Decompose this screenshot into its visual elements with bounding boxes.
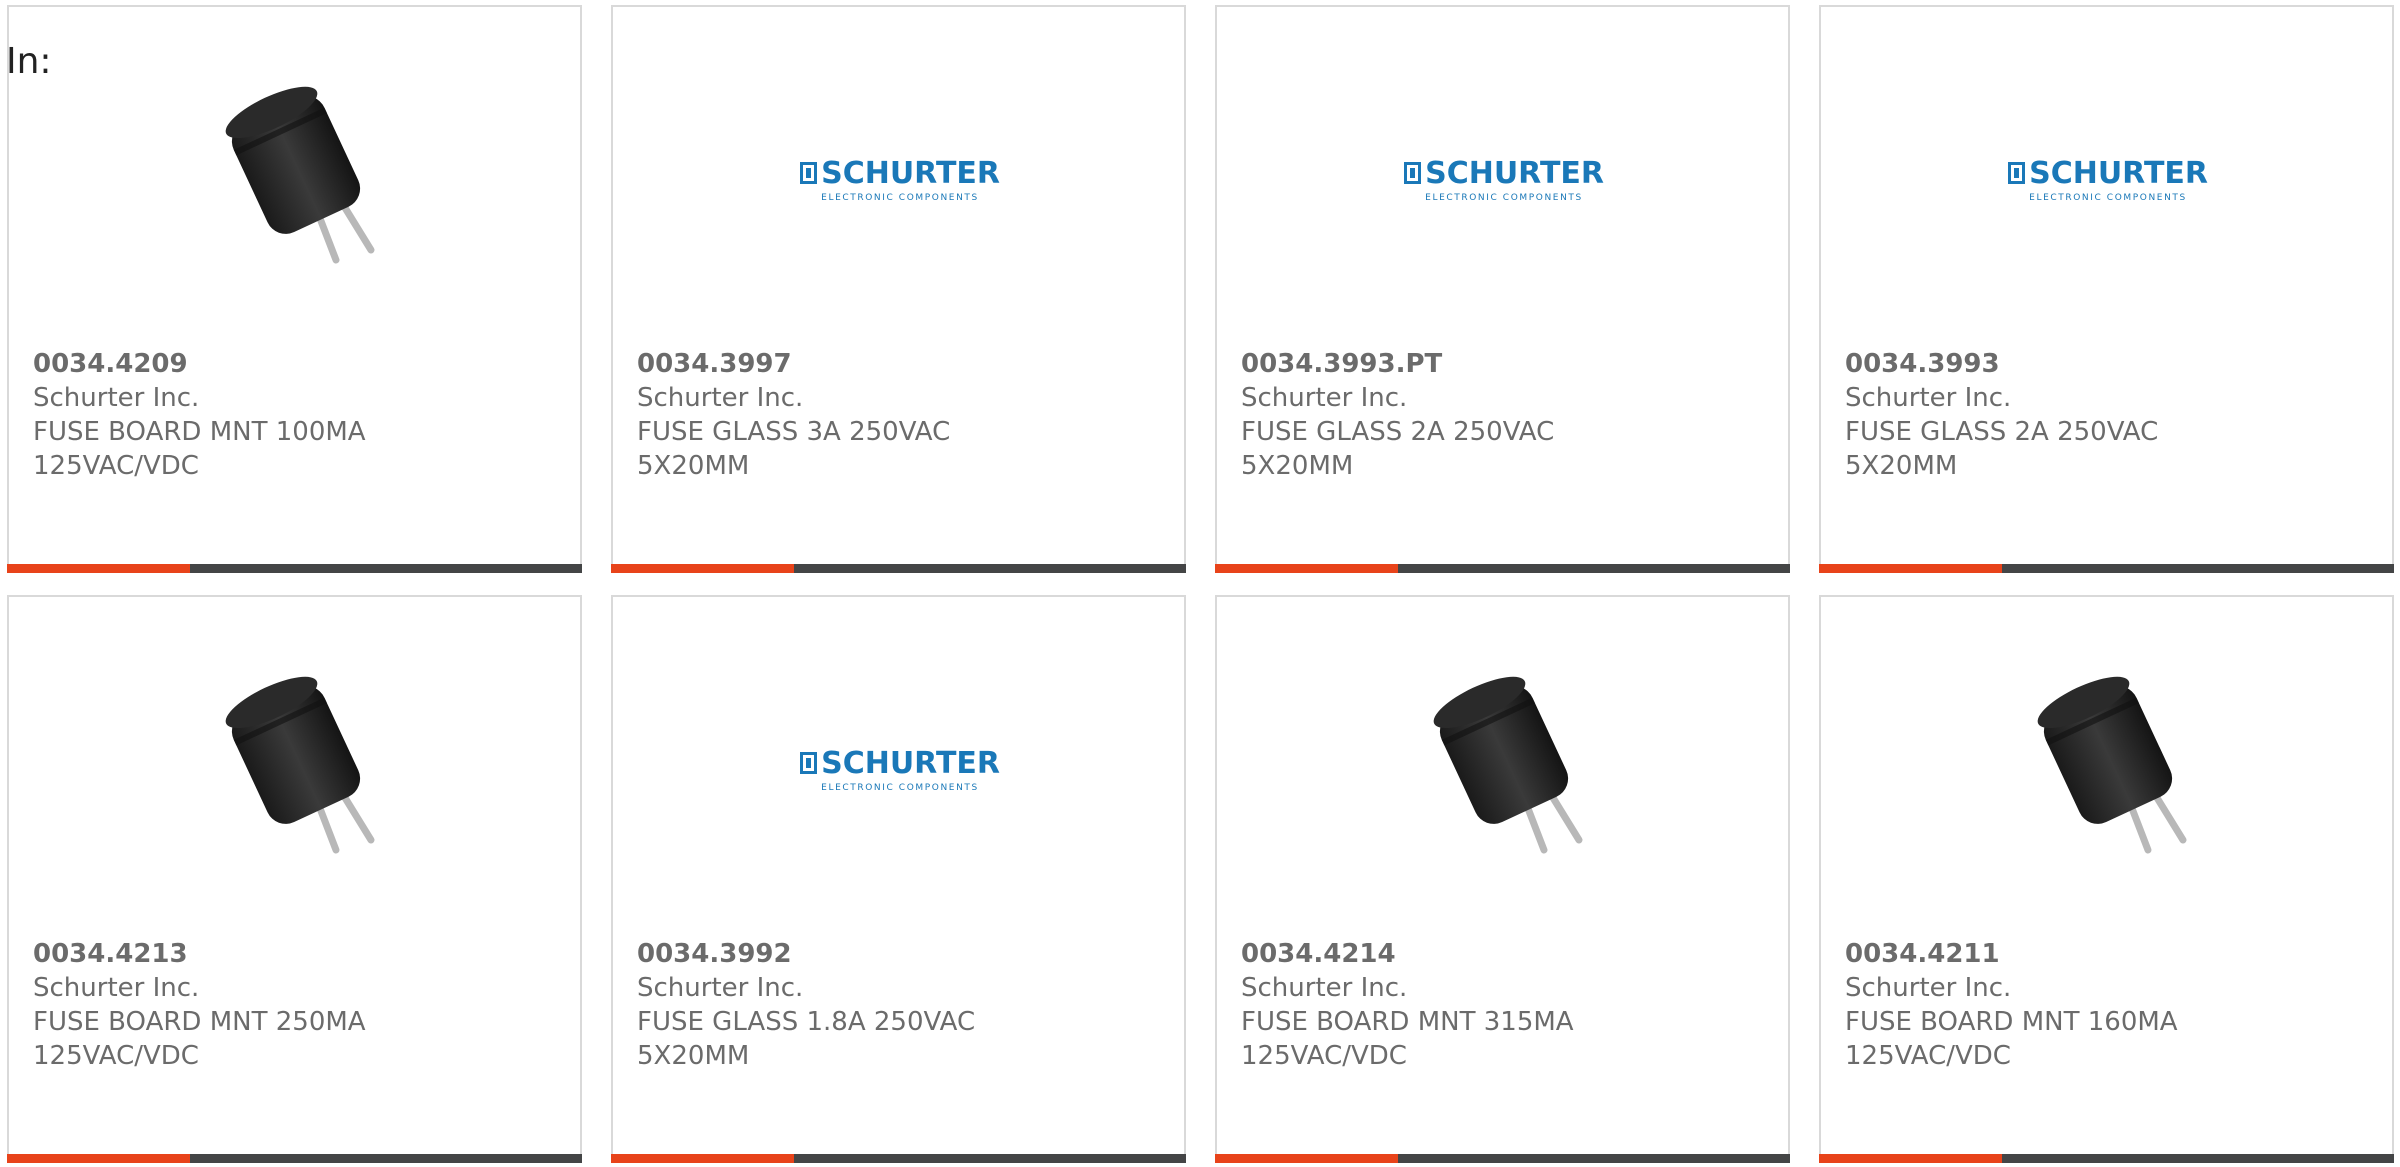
card-bottom-bar [1819,1154,2394,1163]
product-card[interactable]: 0034.4214 Schurter Inc. FUSE BOARD MNT 3… [1215,595,1790,1163]
schurter-logo-image: SCHURTER ELECTRONIC COMPONENTS [2008,75,2208,283]
manufacturer: Schurter Inc. [1241,973,1408,1003]
card-accent [1215,564,1398,573]
product-card[interactable]: 0034.4213 Schurter Inc. FUSE BOARD MNT 2… [7,595,582,1163]
manufacturer: Schurter Inc. [1845,973,2012,1003]
product-info: 0034.3993.PT Schurter Inc. FUSE GLASS 2A… [1241,347,1641,483]
fuse-board-icon [225,86,375,264]
description: FUSE GLASS 1.8A 250VAC 5X20MM [637,1007,976,1071]
card-bottom-bar [7,564,582,573]
logo-main-text: SCHURTER [821,155,1000,191]
part-number-link[interactable]: 0034.4214 [1241,937,1641,971]
manufacturer: Schurter Inc. [33,383,200,413]
card-bottom-bar [611,564,1186,573]
logo-main-text: SCHURTER [2029,155,2208,191]
logo-sub-text: ELECTRONIC COMPONENTS [821,192,979,203]
product-info: 0034.3992 Schurter Inc. FUSE GLASS 1.8A … [637,937,1037,1073]
description: FUSE GLASS 2A 250VAC 5X20MM [1241,417,1555,481]
product-card[interactable]: 0034.4209 Schurter Inc. FUSE BOARD MNT 1… [7,5,582,573]
fuse-board-icon [1433,676,1583,854]
schurter-logo-image: SCHURTER ELECTRONIC COMPONENTS [1404,75,1604,283]
fuse-board-icon [225,676,375,854]
schurter-logo: SCHURTER ELECTRONIC COMPONENTS [1404,156,1604,203]
card-accent [611,564,794,573]
logo-main-text: SCHURTER [1425,155,1604,191]
manufacturer: Schurter Inc. [637,383,804,413]
schurter-logo: SCHURTER ELECTRONIC COMPONENTS [800,156,1000,203]
description: FUSE BOARD MNT 315MA 125VAC/VDC [1241,1007,1574,1071]
card-bottom-bar [611,1154,1186,1163]
schurter-mark-icon [2008,162,2026,184]
fuse-board-image [196,75,396,283]
schurter-mark-icon [800,752,818,774]
part-number-link[interactable]: 0034.4209 [33,347,433,381]
card-bottom-bar [7,1154,582,1163]
manufacturer: Schurter Inc. [33,973,200,1003]
product-info: 0034.4213 Schurter Inc. FUSE BOARD MNT 2… [33,937,433,1073]
description: FUSE GLASS 3A 250VAC 5X20MM [637,417,951,481]
fuse-board-icon [2037,676,2187,854]
product-info: 0034.3997 Schurter Inc. FUSE GLASS 3A 25… [637,347,1037,483]
logo-sub-text: ELECTRONIC COMPONENTS [2029,192,2187,203]
fuse-board-image [1404,665,1604,873]
part-number-link[interactable]: 0034.4213 [33,937,433,971]
fuse-board-image [196,665,396,873]
product-info: 0034.4214 Schurter Inc. FUSE BOARD MNT 3… [1241,937,1641,1073]
card-accent [7,564,190,573]
description: FUSE BOARD MNT 100MA 125VAC/VDC [33,417,366,481]
manufacturer: Schurter Inc. [637,973,804,1003]
product-card[interactable]: SCHURTER ELECTRONIC COMPONENTS 0034.3992… [611,595,1186,1163]
product-info: 0034.4211 Schurter Inc. FUSE BOARD MNT 1… [1845,937,2245,1073]
card-bottom-bar [1819,564,2394,573]
part-number-link[interactable]: 0034.3997 [637,347,1037,381]
card-accent [1819,1154,2002,1163]
manufacturer: Schurter Inc. [1241,383,1408,413]
schurter-logo-image: SCHURTER ELECTRONIC COMPONENTS [800,665,1000,873]
card-bottom-bar [1215,564,1790,573]
schurter-mark-icon [1404,162,1422,184]
product-grid-page: In: 0034.4209 Schurter Inc. FUSE BOARD M… [0,0,2400,1167]
in-label: In: [6,41,52,82]
logo-sub-text: ELECTRONIC COMPONENTS [821,782,979,793]
product-info: 0034.3993 Schurter Inc. FUSE GLASS 2A 25… [1845,347,2245,483]
product-card[interactable]: SCHURTER ELECTRONIC COMPONENTS 0034.3997… [611,5,1186,573]
manufacturer: Schurter Inc. [1845,383,2012,413]
schurter-logo: SCHURTER ELECTRONIC COMPONENTS [2008,156,2208,203]
product-card[interactable]: SCHURTER ELECTRONIC COMPONENTS 0034.3993… [1819,5,2394,573]
card-accent [611,1154,794,1163]
part-number-link[interactable]: 0034.4211 [1845,937,2245,971]
card-accent [1819,564,2002,573]
schurter-logo: SCHURTER ELECTRONIC COMPONENTS [800,746,1000,793]
logo-main-text: SCHURTER [821,745,1000,781]
description: FUSE GLASS 2A 250VAC 5X20MM [1845,417,2159,481]
card-accent [7,1154,190,1163]
product-card[interactable]: SCHURTER ELECTRONIC COMPONENTS 0034.3993… [1215,5,1790,573]
schurter-logo-image: SCHURTER ELECTRONIC COMPONENTS [800,75,1000,283]
part-number-link[interactable]: 0034.3993 [1845,347,2245,381]
product-info: 0034.4209 Schurter Inc. FUSE BOARD MNT 1… [33,347,433,483]
schurter-mark-icon [800,162,818,184]
part-number-link[interactable]: 0034.3993.PT [1241,347,1641,381]
description: FUSE BOARD MNT 250MA 125VAC/VDC [33,1007,366,1071]
card-bottom-bar [1215,1154,1790,1163]
logo-sub-text: ELECTRONIC COMPONENTS [1425,192,1583,203]
card-accent [1215,1154,1398,1163]
product-card[interactable]: 0034.4211 Schurter Inc. FUSE BOARD MNT 1… [1819,595,2394,1163]
description: FUSE BOARD MNT 160MA 125VAC/VDC [1845,1007,2178,1071]
part-number-link[interactable]: 0034.3992 [637,937,1037,971]
fuse-board-image [2008,665,2208,873]
